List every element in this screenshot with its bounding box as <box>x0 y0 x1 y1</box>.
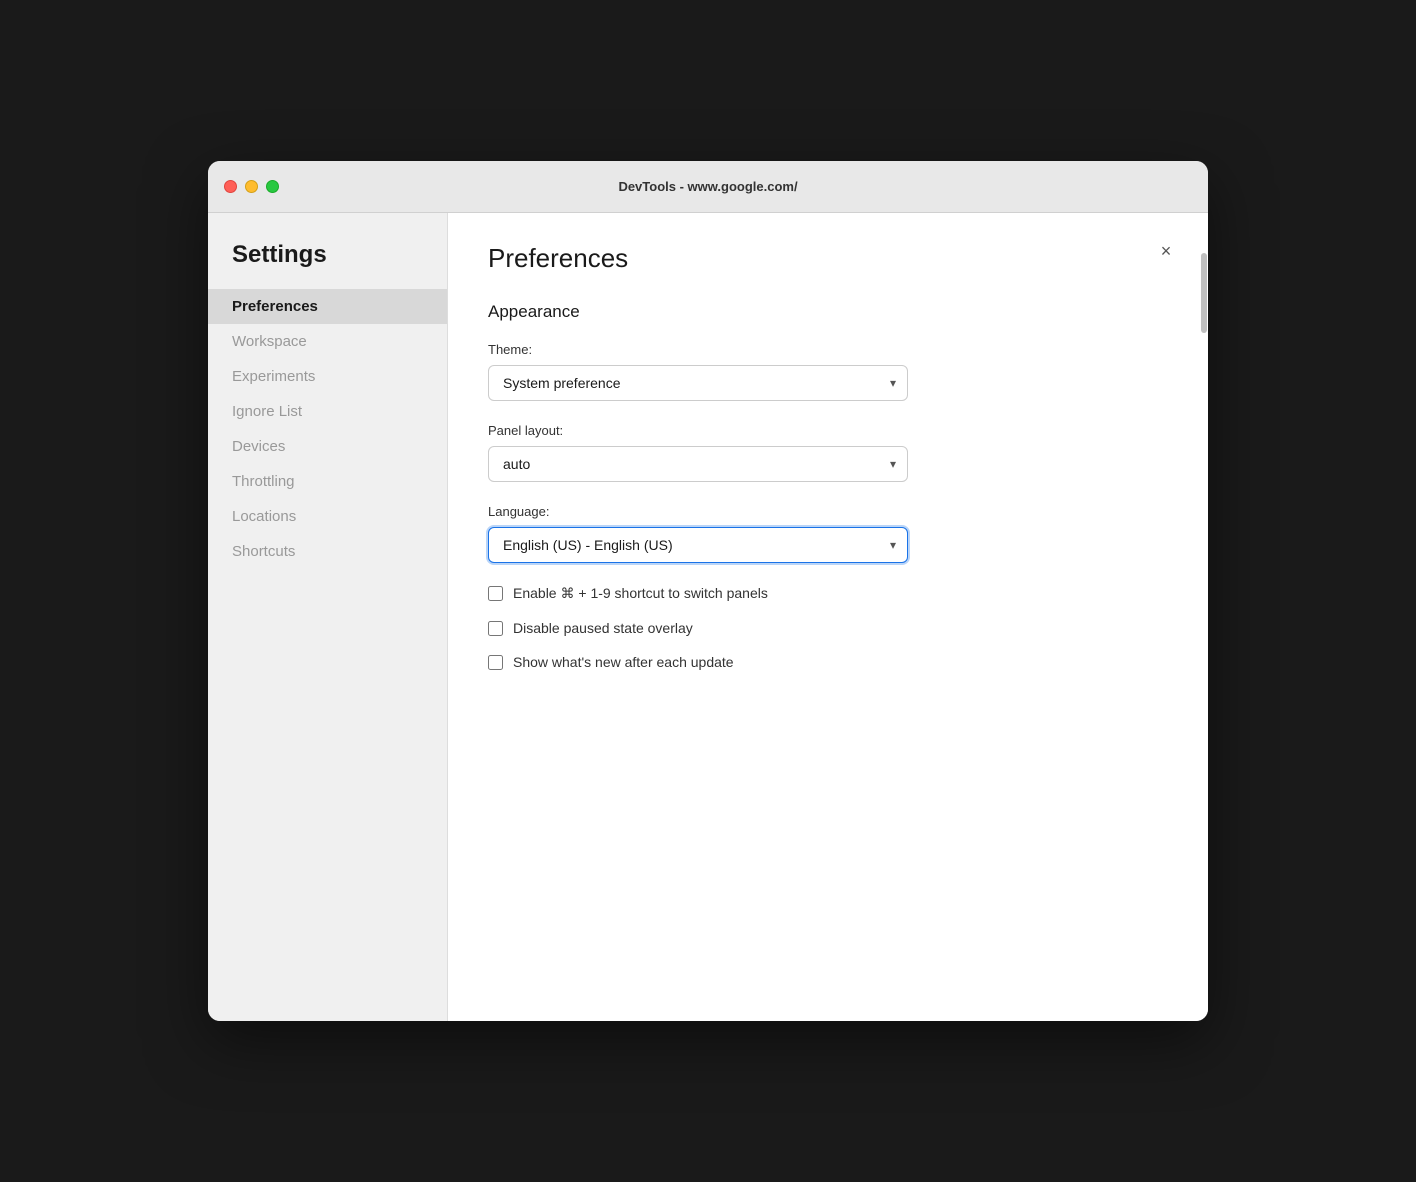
maximize-traffic-light[interactable] <box>266 180 279 193</box>
titlebar-title: DevTools - www.google.com/ <box>618 179 797 194</box>
scrollbar-track[interactable] <box>1200 213 1208 1021</box>
sidebar-item-preferences[interactable]: Preferences <box>208 289 447 324</box>
window-body: Settings Preferences Workspace Experimen… <box>208 213 1208 1021</box>
sidebar-item-ignore-list[interactable]: Ignore List <box>208 394 447 429</box>
sidebar-item-workspace[interactable]: Workspace <box>208 324 447 359</box>
sidebar-item-throttling[interactable]: Throttling <box>208 464 447 499</box>
theme-label: Theme: <box>488 342 1168 357</box>
language-select[interactable]: English (US) - English (US) <box>488 527 908 563</box>
cmd-shortcut-label: Enable ⌘ + 1-9 shortcut to switch panels <box>513 585 768 602</box>
devtools-window: DevTools - www.google.com/ Settings Pref… <box>208 161 1208 1021</box>
language-field: Language: English (US) - English (US) ▾ <box>488 504 1168 563</box>
show-new-label: Show what's new after each update <box>513 654 734 670</box>
panel-layout-select[interactable]: auto horizontal vertical <box>488 446 908 482</box>
cmd-shortcut-checkbox-item[interactable]: Enable ⌘ + 1-9 shortcut to switch panels <box>488 585 1168 602</box>
close-traffic-light[interactable] <box>224 180 237 193</box>
panel-layout-select-wrapper: auto horizontal vertical ▾ <box>488 446 908 482</box>
panel-layout-field: Panel layout: auto horizontal vertical ▾ <box>488 423 1168 482</box>
sidebar-item-experiments[interactable]: Experiments <box>208 359 447 394</box>
sidebar-item-shortcuts[interactable]: Shortcuts <box>208 534 447 569</box>
language-select-wrapper: English (US) - English (US) ▾ <box>488 527 908 563</box>
close-button[interactable]: × <box>1152 237 1180 265</box>
cmd-shortcut-checkbox[interactable] <box>488 586 503 601</box>
traffic-lights <box>224 180 279 193</box>
show-new-checkbox[interactable] <box>488 655 503 670</box>
titlebar: DevTools - www.google.com/ <box>208 161 1208 213</box>
show-new-checkbox-item[interactable]: Show what's new after each update <box>488 654 1168 670</box>
language-label: Language: <box>488 504 1168 519</box>
page-title: Preferences <box>488 243 1168 274</box>
panel-layout-label: Panel layout: <box>488 423 1168 438</box>
sidebar-item-locations[interactable]: Locations <box>208 499 447 534</box>
sidebar-item-devices[interactable]: Devices <box>208 429 447 464</box>
theme-field: Theme: System preference Light Dark ▾ <box>488 342 1168 401</box>
main-content: × Preferences Appearance Theme: System p… <box>448 213 1208 1021</box>
sidebar-title: Settings <box>208 241 447 289</box>
disable-paused-checkbox[interactable] <box>488 621 503 636</box>
theme-select-wrapper: System preference Light Dark ▾ <box>488 365 908 401</box>
minimize-traffic-light[interactable] <box>245 180 258 193</box>
sidebar: Settings Preferences Workspace Experimen… <box>208 213 448 1021</box>
theme-select[interactable]: System preference Light Dark <box>488 365 908 401</box>
appearance-section-title: Appearance <box>488 302 1168 322</box>
disable-paused-checkbox-item[interactable]: Disable paused state overlay <box>488 620 1168 636</box>
scrollbar-thumb[interactable] <box>1201 253 1207 333</box>
disable-paused-label: Disable paused state overlay <box>513 620 693 636</box>
